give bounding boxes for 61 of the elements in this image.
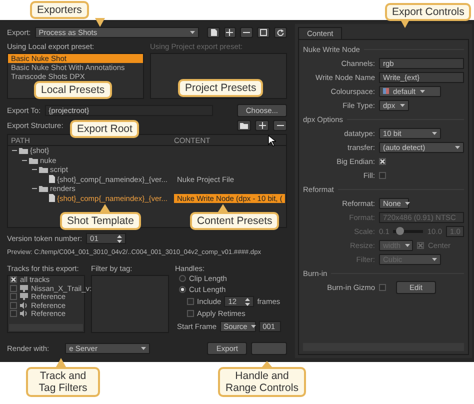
spin-arrows-icon [117,234,122,243]
spin-arrows-icon [245,298,250,306]
checkbox[interactable] [187,310,194,318]
callout: Export Controls [385,3,472,21]
checkbox[interactable] [379,172,386,178]
add-button[interactable] [224,27,236,38]
caret-icon [404,202,410,204]
caret-icon [404,244,410,246]
slider-track[interactable] [393,227,424,235]
checkbox[interactable] [10,302,17,309]
remove-button[interactable] [273,120,287,131]
callout-pointer [95,18,105,27]
caret-icon [190,31,195,34]
square-icon [260,29,268,36]
refresh-icon [277,29,284,36]
caret-icon [141,346,146,350]
caret-icon [251,324,256,328]
caret-icon [432,132,437,134]
callout: Project Presets [178,79,264,97]
refresh-button[interactable] [274,27,287,38]
callout-pointer [400,19,410,28]
callout: Content Presets [190,212,280,230]
callout: Export Root [70,120,140,138]
new-button[interactable] [206,27,220,38]
checkbox[interactable] [10,284,17,292]
checkbox[interactable] [379,158,386,164]
folder-icon [39,185,48,192]
callout: Local Presets [34,81,112,99]
caret-icon [432,258,437,260]
checkbox[interactable] [379,284,386,290]
caret-icon [400,104,405,106]
mouse-pointer-icon [268,135,276,147]
callout-pointer [218,204,228,212]
scrollbar[interactable] [9,324,83,331]
checkbox[interactable] [10,310,17,318]
callout-pointer [262,361,272,367]
callout: Exporters [30,1,89,19]
checkbox[interactable] [10,293,17,300]
folder-icon [240,122,248,129]
plus-icon [226,29,234,36]
callout: Track and Tag Filters [26,367,100,397]
radio-button[interactable] [179,275,186,282]
callout: Handle and Range Controls [218,367,306,397]
colour-icon [383,88,389,94]
radio-button[interactable] [179,286,186,293]
checkbox[interactable] [10,276,17,284]
collapse-icon [32,186,37,192]
checkbox[interactable] [187,298,194,306]
caret-icon [420,90,425,92]
add-button[interactable] [255,120,269,131]
remove-button[interactable] [240,27,254,38]
caret-icon [455,146,460,148]
callout-pointer [56,358,66,367]
file-icon [49,175,55,184]
callout-pointer [100,204,110,212]
callout: Shot Template [60,212,141,230]
add-folder-button[interactable] [237,120,251,131]
plus-icon [258,122,266,129]
file-icon [49,194,55,202]
copy-button[interactable] [257,27,270,38]
document-icon [210,29,217,36]
